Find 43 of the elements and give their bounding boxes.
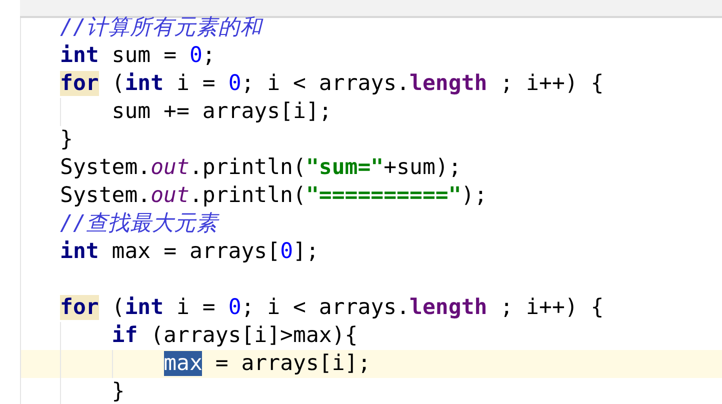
code-text: );	[461, 183, 488, 208]
code-text: 0	[228, 295, 242, 320]
code-text: }	[112, 379, 125, 404]
code-text: int	[124, 295, 164, 320]
code-text: ;	[202, 43, 216, 68]
code-text: i =	[176, 71, 216, 96]
selected-code-text: max	[164, 351, 202, 376]
code-text: i =	[176, 295, 216, 320]
code-text: ; i < arrays.	[241, 295, 410, 320]
code-text: (arrays[i]>max){	[150, 323, 358, 348]
code-text: out	[150, 183, 190, 208]
code-text: = arrays[i];	[214, 351, 371, 376]
code-text: (	[110, 71, 125, 96]
code-text: "=========="	[306, 183, 462, 208]
code-text: ; i++) {	[499, 295, 604, 320]
code-text: for	[60, 71, 99, 96]
code-text: if	[112, 323, 138, 348]
code-text: System.	[60, 183, 151, 208]
code-text: int	[60, 43, 99, 68]
code-comment: //查找最大元素	[60, 211, 218, 236]
code-text: .println(	[189, 155, 306, 180]
code-text: (	[110, 295, 125, 320]
code-text: 0	[228, 71, 242, 96]
code-text: System.	[60, 155, 151, 180]
code-text: max = arrays[	[110, 239, 280, 264]
code-text: int	[60, 239, 99, 264]
code-text: ; i < arrays.	[241, 71, 410, 96]
code-text: 0	[189, 43, 202, 68]
code-text: out	[150, 155, 190, 180]
code-text: length	[410, 71, 488, 96]
code-text: ; i++) {	[499, 71, 604, 96]
code-text: int	[124, 71, 164, 96]
code-text: ];	[293, 239, 319, 264]
code-text: 0	[280, 239, 294, 264]
code-text: sum =	[110, 43, 178, 68]
code-text: for	[60, 295, 99, 320]
code-text: +sum);	[384, 155, 462, 180]
code-text: }	[60, 127, 73, 152]
code-text: length	[410, 295, 488, 320]
code-text: .println(	[189, 183, 306, 208]
code-text: sum += arrays[i];	[112, 99, 332, 124]
code-text: "sum="	[306, 155, 384, 180]
code-comment: //计算所有元素的和	[60, 15, 262, 40]
